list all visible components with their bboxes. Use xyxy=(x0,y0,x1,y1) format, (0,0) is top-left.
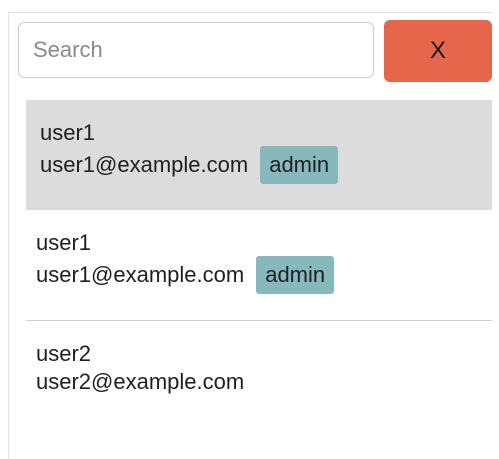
search-input[interactable] xyxy=(18,22,374,78)
role-badge: admin xyxy=(260,146,339,184)
user-name: user1 xyxy=(36,230,92,255)
list-item[interactable]: user1 user1@example.com admin xyxy=(26,210,492,320)
role-badge: admin xyxy=(256,256,335,294)
user-email: user1@example.com xyxy=(40,152,249,177)
search-bar: X xyxy=(18,20,492,82)
user-email: user1@example.com xyxy=(36,262,245,287)
clear-search-button[interactable]: X xyxy=(384,20,492,82)
user-name: user1 xyxy=(40,120,96,145)
user-detail-row: user1@example.com admin xyxy=(36,256,492,294)
user-name: user2 xyxy=(36,341,92,366)
list-item[interactable]: user1 user1@example.com admin xyxy=(26,100,492,210)
user-detail-row: user1@example.com admin xyxy=(40,146,492,184)
list-item[interactable]: user2 user2@example.com xyxy=(26,320,492,430)
user-detail-row: user2@example.com xyxy=(36,367,492,397)
user-list: user1 user1@example.com admin user1 user… xyxy=(26,100,492,430)
user-email: user2@example.com xyxy=(36,369,245,394)
